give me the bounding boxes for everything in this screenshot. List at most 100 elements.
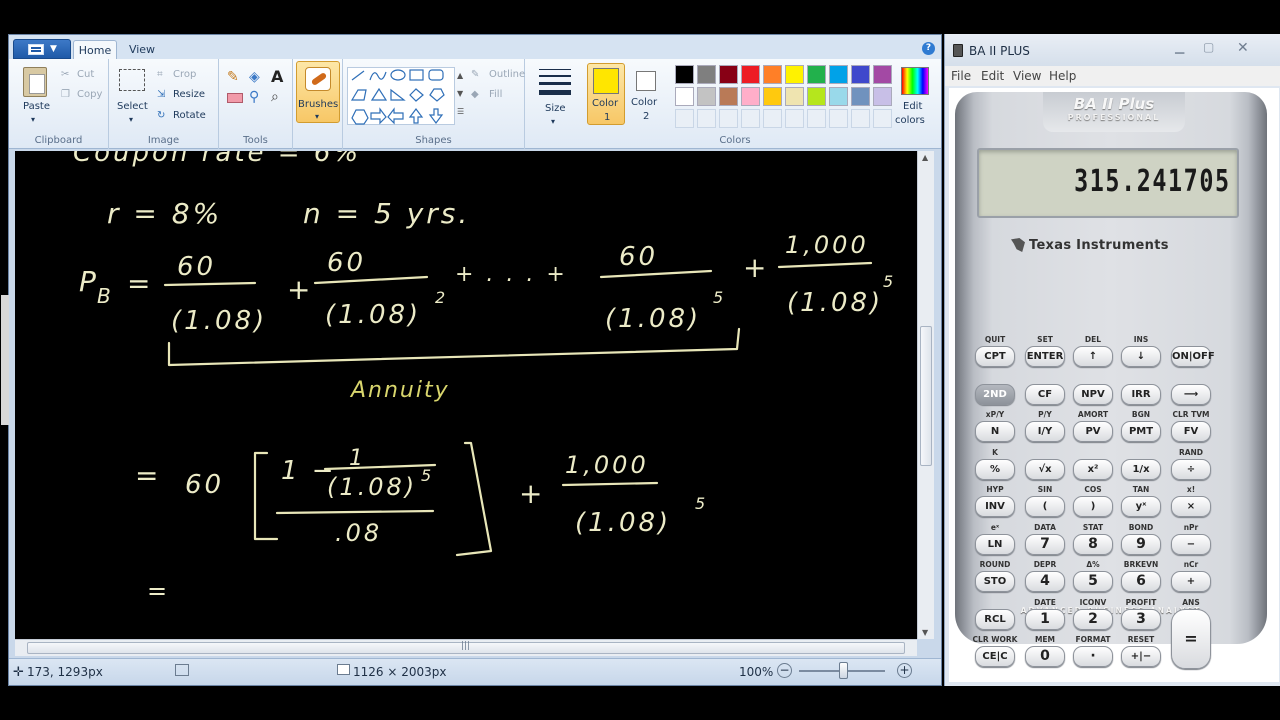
fill-button[interactable]: Fill xyxy=(489,89,502,100)
calculator-key[interactable]: 2 xyxy=(1073,608,1113,630)
palette-color-swatch[interactable] xyxy=(719,65,738,84)
calculator-key[interactable]: 5 xyxy=(1073,571,1113,592)
palette-custom-slot[interactable] xyxy=(785,109,804,128)
calculator-key[interactable]: ⟶ xyxy=(1171,383,1211,405)
palette-color-swatch[interactable] xyxy=(851,87,870,106)
palette-color-swatch[interactable] xyxy=(829,87,848,106)
palette-custom-slot[interactable] xyxy=(697,109,716,128)
calculator-key[interactable]: yˣ xyxy=(1121,496,1161,517)
zoom-out-icon[interactable]: − xyxy=(777,663,792,678)
calculator-key[interactable]: % xyxy=(975,458,1015,480)
calculator-key[interactable]: 4 xyxy=(1025,571,1065,592)
text-tool-icon[interactable]: A xyxy=(271,67,283,86)
calculator-key[interactable]: 1/x xyxy=(1121,458,1161,480)
copy-button[interactable]: Copy xyxy=(77,89,102,100)
calculator-key[interactable]: ( xyxy=(1025,496,1065,517)
rotate-button[interactable]: Rotate xyxy=(173,110,206,121)
edit-colors-label[interactable]: Edit xyxy=(903,101,922,112)
palette-color-swatch[interactable] xyxy=(697,87,716,106)
calculator-key[interactable]: FV xyxy=(1171,421,1211,442)
calculator-key[interactable]: − xyxy=(1171,533,1211,555)
calculator-key[interactable]: 7 xyxy=(1025,533,1065,555)
palette-custom-slot[interactable] xyxy=(851,109,870,128)
palette-color-swatch[interactable] xyxy=(785,87,804,106)
calculator-key[interactable]: RCL xyxy=(975,608,1015,630)
calculator-key[interactable]: 6 xyxy=(1121,571,1161,592)
calculator-key[interactable]: ↓ xyxy=(1121,346,1161,367)
palette-color-swatch[interactable] xyxy=(763,87,782,106)
palette-color-swatch[interactable] xyxy=(719,87,738,106)
calculator-key[interactable]: 0 xyxy=(1025,646,1065,667)
palette-color-swatch[interactable] xyxy=(675,87,694,106)
help-icon[interactable]: ? xyxy=(922,42,935,55)
menu-edit[interactable]: Edit xyxy=(981,69,1004,83)
tab-home[interactable]: Home xyxy=(73,40,117,59)
shapes-gallery[interactable] xyxy=(347,67,455,125)
palette-color-swatch[interactable] xyxy=(807,87,826,106)
palette-color-swatch[interactable] xyxy=(697,65,716,84)
calculator-key[interactable]: 2ND xyxy=(975,383,1015,405)
calculator-key[interactable]: PV xyxy=(1073,421,1113,442)
color-picker-icon[interactable]: ⚲ xyxy=(249,89,259,105)
resize-button[interactable]: Resize xyxy=(173,89,205,100)
palette-custom-slot[interactable] xyxy=(873,109,892,128)
calculator-key[interactable]: PMT xyxy=(1121,421,1161,442)
shapes-scroll-down-icon[interactable]: ▼ xyxy=(457,89,463,98)
calculator-key[interactable]: ) xyxy=(1073,496,1113,517)
palette-custom-slot[interactable] xyxy=(807,109,826,128)
fill-bucket-icon[interactable]: ◈ xyxy=(249,69,260,85)
palette-color-swatch[interactable] xyxy=(785,65,804,84)
close-icon[interactable]: ✕ xyxy=(1237,40,1249,56)
calculator-key[interactable]: CE|C xyxy=(975,646,1015,667)
brushes-button[interactable]: Brushes ▾ xyxy=(296,61,340,123)
calculator-key[interactable]: × xyxy=(1171,496,1211,517)
magnifier-icon[interactable]: ⌕ xyxy=(271,89,279,105)
calculator-key[interactable]: I/Y xyxy=(1025,421,1065,442)
crop-button[interactable]: Crop xyxy=(173,69,196,80)
calculator-key[interactable]: ON|OFF xyxy=(1171,346,1215,367)
calculator-key[interactable]: +|− xyxy=(1121,646,1161,667)
color1-button[interactable]: Color 1 xyxy=(587,63,625,125)
palette-color-swatch[interactable] xyxy=(829,65,848,84)
eraser-icon[interactable] xyxy=(227,93,243,103)
equals-key[interactable]: = xyxy=(1171,608,1211,669)
calculator-key[interactable]: ENTER xyxy=(1025,346,1065,367)
edit-colors-label-2[interactable]: colors xyxy=(895,115,925,126)
select-dropdown-icon[interactable]: ▾ xyxy=(129,115,133,124)
paste-icon[interactable] xyxy=(23,67,47,97)
menu-help[interactable]: Help xyxy=(1049,69,1076,83)
select-icon[interactable] xyxy=(119,69,145,91)
palette-custom-slot[interactable] xyxy=(719,109,738,128)
calculator-key[interactable]: CPT xyxy=(975,346,1015,367)
palette-color-swatch[interactable] xyxy=(851,65,870,84)
palette-custom-slot[interactable] xyxy=(829,109,848,128)
calculator-key[interactable]: 3 xyxy=(1121,608,1161,630)
color2-button[interactable]: Color 2 xyxy=(627,63,665,125)
calculator-key[interactable]: 9 xyxy=(1121,533,1161,555)
palette-custom-slot[interactable] xyxy=(741,109,760,128)
calculator-key[interactable]: LN xyxy=(975,533,1015,555)
paste-button[interactable]: Paste xyxy=(23,101,50,112)
palette-color-swatch[interactable] xyxy=(873,87,892,106)
calculator-key[interactable]: NPV xyxy=(1073,383,1113,405)
paint-menu-button[interactable]: ▼ xyxy=(13,39,71,59)
calculator-key[interactable]: 1 xyxy=(1025,608,1065,630)
calculator-key[interactable]: √x xyxy=(1025,458,1065,480)
calculator-key[interactable]: ÷ xyxy=(1171,458,1211,480)
calculator-key[interactable]: INV xyxy=(975,496,1015,517)
maximize-icon[interactable]: ▢ xyxy=(1203,40,1214,54)
select-button[interactable]: Select xyxy=(117,101,148,112)
tab-view[interactable]: View xyxy=(122,40,162,59)
drawing-canvas[interactable]: Coupon rate = 6% r = 8% n = 5 yrs. P B =… xyxy=(15,151,917,639)
minimize-icon[interactable]: ▁ xyxy=(1175,40,1184,54)
horizontal-scrollbar[interactable]: ||| xyxy=(15,639,917,656)
calculator-key[interactable]: 8 xyxy=(1073,533,1113,555)
shapes-scroll-up-icon[interactable]: ▲ xyxy=(457,71,463,80)
cut-button[interactable]: Cut xyxy=(77,69,94,80)
vertical-scroll-thumb[interactable] xyxy=(920,326,932,466)
palette-color-swatch[interactable] xyxy=(741,65,760,84)
scroll-up-icon[interactable]: ▲ xyxy=(922,153,928,162)
palette-color-swatch[interactable] xyxy=(763,65,782,84)
pencil-icon[interactable]: ✎ xyxy=(227,69,239,85)
calculator-key[interactable]: STO xyxy=(975,571,1015,592)
